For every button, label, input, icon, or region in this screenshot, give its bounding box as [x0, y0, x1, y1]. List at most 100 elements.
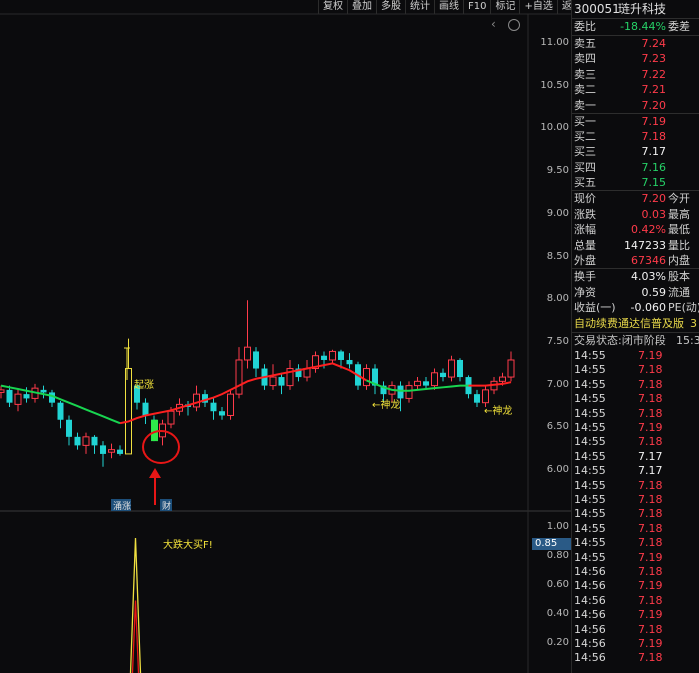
tick-time: 14:55	[574, 363, 606, 377]
tick-time: 14:56	[574, 593, 606, 607]
tick-price: 7.18	[638, 435, 663, 449]
tick-row: 14:55 7.18	[572, 493, 699, 507]
quote-label-2: 量比	[668, 238, 690, 252]
bid-price: 7.17	[641, 145, 667, 159]
tick-row: 14:55 7.19	[572, 421, 699, 435]
candle-body	[440, 372, 446, 378]
bottom-marker: 财	[162, 500, 171, 512]
price-tick-label: 6.50	[546, 421, 569, 433]
candle-body	[431, 372, 438, 387]
candle-body	[74, 436, 81, 446]
tick-price: 7.18	[638, 377, 663, 391]
tick-row: 14:55 7.19	[572, 349, 699, 363]
price-chart[interactable]: 起涨 ←神龙 ←神龙涌涨 财大跌大买F!	[0, 0, 571, 673]
tick-time: 14:56	[574, 579, 606, 593]
quote-value: 67346	[631, 254, 666, 268]
tick-price: 7.19	[638, 637, 663, 650]
tick-price: 7.18	[638, 622, 663, 636]
candle-body	[219, 411, 225, 416]
candle-body	[6, 389, 13, 403]
quote-row: 卖四 7.23	[572, 51, 699, 67]
candle-body	[40, 389, 47, 393]
quote-row: 外盘 67346 内盘	[572, 253, 699, 269]
quote-row: 卖二 7.21	[572, 82, 699, 98]
quote-value: 7.20	[641, 192, 667, 205]
tick-time: 14:55	[574, 377, 606, 391]
quote-value: 147233	[624, 238, 666, 252]
quote-row: 卖五 7.24	[572, 36, 699, 52]
tick-price: 7.19	[638, 608, 663, 622]
indicator-current-value: 0.85	[532, 538, 571, 550]
quote-label-2: 内盘	[668, 254, 690, 268]
candle-body	[193, 393, 200, 408]
stat-value: 0.59	[641, 285, 667, 299]
candle-body	[363, 368, 370, 387]
quote-row: 涨跌 0.03 最高	[572, 207, 699, 223]
tick-price: 7.18	[638, 507, 663, 521]
tick-row: 14:55 7.18	[572, 392, 699, 406]
tick-time: 14:55	[574, 493, 606, 506]
bottom-marker: 涌涨	[113, 501, 131, 512]
tick-row: 14:56 7.18	[572, 651, 699, 665]
annotation-shenlong: ←神龙	[484, 404, 512, 417]
candle-body	[23, 394, 30, 399]
tick-price: 7.18	[638, 478, 663, 492]
tick-time: 14:55	[574, 435, 606, 449]
candle-body	[482, 389, 489, 404]
quote-label-2: 最低	[668, 223, 690, 237]
tick-row: 14:56 7.18	[572, 565, 699, 579]
candle-body	[108, 449, 115, 453]
tick-time: 14:55	[574, 478, 606, 492]
annotation-shenlong: ←神龙	[372, 398, 400, 411]
tick-time: 14:55	[574, 406, 606, 420]
tick-time: 14:55	[574, 536, 606, 550]
indicator-tick-label: 0.20	[546, 637, 569, 648]
quote-row: 买五 7.15	[572, 175, 699, 191]
candle-body	[474, 394, 480, 403]
indicator-signal-label: 大跌大买F!	[163, 538, 213, 551]
highlight-arrowhead	[149, 468, 161, 478]
tick-price: 7.17	[638, 464, 663, 478]
bid-price: 7.18	[641, 130, 667, 144]
tick-price: 7.18	[638, 536, 663, 550]
candle-body	[66, 419, 72, 437]
bid-label: 买四	[574, 160, 596, 174]
ad-banner[interactable]: 自动续费通达信普及版 3	[572, 316, 699, 332]
quote-label-2: 最高	[668, 207, 690, 221]
tick-price: 7.17	[638, 449, 663, 463]
stat-label-2: 股本	[668, 270, 690, 283]
bid-label: 买三	[574, 145, 596, 159]
quote-label: 现价	[574, 192, 596, 205]
quote-row: 买二 7.18	[572, 129, 699, 145]
candle-body	[499, 376, 506, 382]
quote-row: 卖一 7.20	[572, 98, 699, 114]
tick-time: 14:56	[574, 651, 606, 665]
quote-row: 卖三 7.22	[572, 67, 699, 83]
candle-body	[278, 377, 285, 386]
candle-body	[57, 402, 64, 420]
candle-body	[244, 346, 251, 361]
bid-label: 买五	[574, 175, 596, 189]
quote-panel: 300051 琏升科技 委比 -18.44% 委差 卖五 7.24 卖四 7.23 卖三…	[571, 0, 699, 673]
tick-price: 7.18	[638, 565, 663, 578]
quote-row: 净资 0.59 流通	[572, 285, 699, 301]
tick-row: 14:55 7.18	[572, 536, 699, 550]
trade-status-row: 交易状态:闭市阶段 15:34	[572, 333, 699, 349]
candle-body	[397, 385, 404, 399]
bid-price: 7.19	[641, 115, 667, 128]
indicator-tick-label: 0.60	[546, 579, 569, 590]
bid-price: 7.16	[641, 160, 667, 174]
tick-time: 14:55	[574, 421, 606, 434]
weibi-row: 委比 -18.44% 委差	[572, 19, 699, 35]
trade-time: 15:34	[676, 334, 699, 347]
tick-row: 14:55 7.18	[572, 363, 699, 377]
tick-time: 14:55	[574, 507, 606, 521]
tick-price: 7.19	[638, 421, 663, 434]
price-tick-label: 9.50	[546, 165, 569, 177]
indicator-tick-label: 0.40	[546, 608, 569, 619]
ask-label: 卖五	[574, 37, 596, 50]
candle-body	[100, 445, 106, 454]
bid-price: 7.15	[641, 175, 667, 189]
tick-row: 14:55 7.18	[572, 479, 699, 493]
stock-code: 300051	[574, 2, 620, 16]
